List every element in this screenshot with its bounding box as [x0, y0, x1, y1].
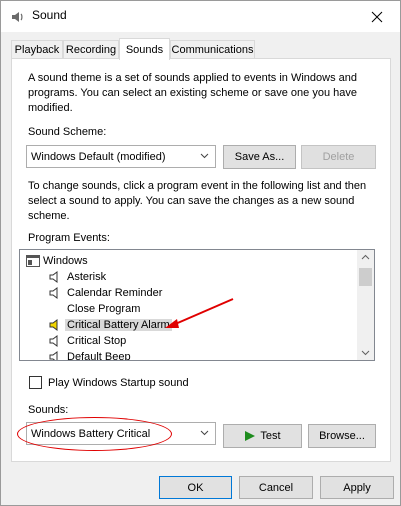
title-bar: Sound [1, 1, 400, 32]
tab-label: Sounds [125, 43, 164, 56]
tab-label: Communications [171, 44, 254, 56]
scrollbar-thumb[interactable] [359, 268, 372, 286]
event-label: Windows [43, 255, 88, 267]
tab-communications[interactable]: Communications [170, 40, 255, 59]
tab-label: Playback [14, 44, 60, 56]
list-item[interactable]: Calendar Reminder [48, 285, 162, 301]
startup-sound-checkbox-row[interactable]: Play Windows Startup sound [29, 376, 189, 389]
sounds-label: Sounds: [28, 404, 69, 416]
event-label: Default Beep [67, 351, 131, 361]
speaker-icon [49, 335, 58, 347]
tab-recording[interactable]: Recording [63, 40, 119, 59]
scheme-label: Sound Scheme: [28, 126, 107, 138]
cancel-button[interactable]: Cancel [239, 476, 313, 499]
change-line: To change sounds, click a program event … [28, 180, 367, 192]
intro-line: programs. You can select an existing sch… [28, 87, 357, 99]
list-scrollbar[interactable] [357, 250, 374, 360]
chevron-down-icon [361, 350, 370, 356]
speaker-icon [12, 12, 23, 22]
sound-scheme-select[interactable]: Windows Default (modified) [26, 145, 216, 168]
chevron-down-icon [200, 153, 209, 159]
list-item[interactable]: Asterisk [48, 269, 106, 285]
intro-line: modified. [28, 102, 73, 114]
annotation-ellipse [17, 417, 172, 451]
browse-button[interactable]: Browse... [308, 424, 376, 448]
ok-button[interactable]: OK [159, 476, 232, 499]
test-label: Test [260, 430, 281, 442]
startup-sound-label: Play Windows Startup sound [48, 376, 189, 389]
tab-sounds[interactable]: Sounds [119, 38, 170, 60]
annotation-arrow [165, 298, 234, 328]
browse-label: Browse... [319, 430, 365, 442]
event-label: Asterisk [67, 271, 107, 283]
change-text: To change sounds, click a program event … [28, 179, 366, 224]
delete-button[interactable]: Delete [301, 145, 376, 169]
event-label: Calendar Reminder [67, 287, 163, 299]
save-as-label: Save As... [234, 151, 285, 163]
speaker-icon [49, 271, 58, 283]
list-item[interactable]: Critical Stop [48, 333, 126, 349]
tab-label: Recording [65, 44, 117, 56]
intro-text: A sound theme is a set of sounds applied… [28, 71, 357, 116]
test-button[interactable]: Test [223, 424, 302, 448]
change-line: scheme. [28, 210, 70, 222]
list-item[interactable]: Windows [26, 253, 88, 269]
cancel-label: Cancel [258, 481, 294, 494]
change-line: select a sound to apply. You can save th… [28, 195, 355, 207]
windows-group-icon [26, 255, 40, 267]
apply-button[interactable]: Apply [320, 476, 394, 499]
event-label: Close Program [67, 303, 141, 315]
program-events-label: Program Events: [28, 232, 110, 244]
ok-label: OK [187, 481, 204, 494]
event-label: Critical Battery Alarm [65, 319, 172, 331]
chevron-up-icon [361, 254, 370, 260]
startup-sound-checkbox[interactable] [29, 376, 42, 389]
apply-label: Apply [343, 481, 371, 494]
intro-line: A sound theme is a set of sounds applied… [28, 72, 357, 84]
speaker-yellow-icon [49, 319, 58, 331]
window-title: Sound [32, 8, 67, 22]
list-item[interactable]: Default Beep [48, 349, 131, 361]
event-label: Critical Stop [67, 335, 127, 347]
delete-label: Delete [322, 151, 355, 163]
sound-dialog: Sound Playback Recording Sounds Communic… [0, 0, 401, 506]
speaker-icon [49, 287, 58, 299]
list-item-selected[interactable]: Critical Battery Alarm [48, 317, 172, 333]
tab-playback[interactable]: Playback [11, 40, 63, 59]
chevron-down-icon [200, 430, 209, 436]
list-item[interactable]: Close Program [67, 301, 140, 317]
close-icon [371, 11, 383, 22]
speaker-icon [49, 351, 58, 360]
save-as-button[interactable]: Save As... [223, 145, 296, 169]
close-button[interactable] [354, 1, 400, 32]
play-icon [245, 431, 256, 441]
scheme-value: Windows Default (modified) [31, 150, 166, 163]
